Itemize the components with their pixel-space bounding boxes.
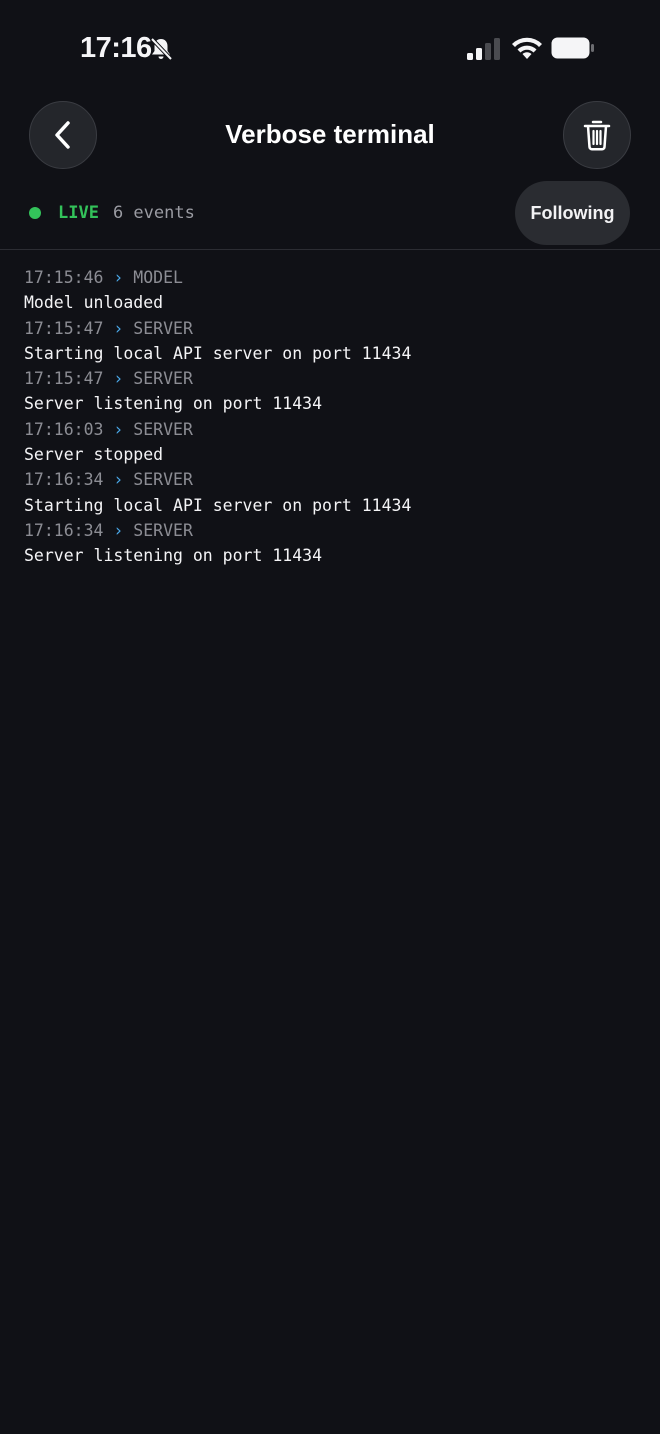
clear-log-button[interactable] [563,101,631,169]
chevron-right-icon: › [113,369,124,389]
log-message: Server listening on port 11434 [24,394,323,414]
log-time: 17:16:34 [24,470,104,490]
log-output: 17:15:46 › MODEL Model unloaded 17:15:47 ›… [24,265,636,569]
log-time: 17:16:34 [24,520,104,540]
log-entry: 17:16:03 › SERVER Server stopped [24,417,636,468]
chevron-right-icon: › [113,268,124,287]
log-entry: 17:16:34 › SERVER Starting local API serv… [24,467,636,518]
chevron-right-icon: › [113,520,124,540]
log-source: SERVER [133,369,193,389]
log-message: Starting local API server on port 11434 [24,495,412,515]
log-time: 17:15:47 [24,369,104,389]
log-meta: 17:15:47 › SERVER [24,316,636,341]
log-entry: 17:15:47 › SERVER Starting local API serv… [24,316,636,367]
divider [0,249,660,250]
log-source: SERVER [133,419,193,439]
chevron-right-icon: › [113,318,124,338]
log-message: Starting local API server on port 11434 [24,343,412,363]
log-entry: 17:16:34 › SERVER Server listening on por… [24,518,636,569]
event-count: 6 events [112,203,195,223]
status-bar: 17:16 [0,0,660,96]
chevron-right-icon: › [113,419,124,439]
log-meta: 17:16:34 › SERVER [24,467,636,492]
log-time: 17:16:03 [24,419,104,439]
log-time: 17:15:47 [24,318,104,338]
live-dot-icon [29,207,41,219]
chevron-right-icon: › [113,470,124,490]
log-entry: 17:15:46 › MODEL Model unloaded [24,265,636,316]
log-entry: 17:15:47 › SERVER Server listening on por… [24,366,636,417]
log-meta: 17:15:47 › SERVER [24,366,636,391]
log-source: SERVER [133,318,193,338]
log-message: Model unloaded [24,293,164,313]
log-meta: 17:16:03 › SERVER [24,417,636,442]
log-source: MODEL [133,268,183,287]
log-source: SERVER [133,520,193,540]
wifi-icon [512,37,542,59]
log-meta: 17:15:46 › MODEL [24,265,636,290]
log-source: SERVER [133,470,193,490]
bell-slash-icon [150,37,173,61]
battery-icon [551,37,594,59]
trash-icon [583,120,611,151]
following-toggle[interactable]: Following [515,181,630,245]
log-time: 17:15:46 [24,268,104,287]
page-title: Verbose terminal [225,119,435,149]
log-message: Server stopped [24,445,164,465]
log-message: Server listening on port 11434 [24,546,323,566]
live-indicator: LIVE 6 events [29,200,195,226]
signal-icon [467,38,500,60]
log-meta: 17:16:34 › SERVER [24,518,636,543]
status-time: 17:16 [80,32,152,64]
live-label: LIVE [58,203,99,223]
